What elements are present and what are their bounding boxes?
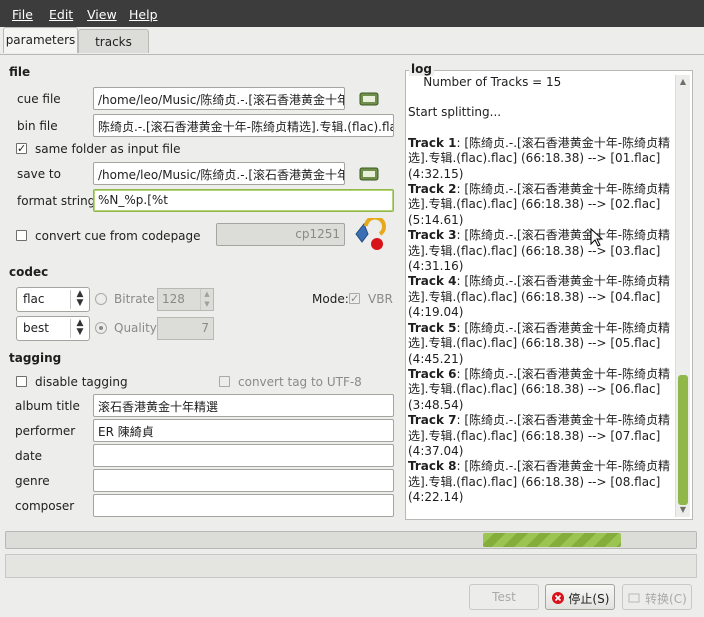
test-button[interactable]: Test	[469, 584, 539, 610]
convert-button[interactable]: 转换(C)	[622, 584, 692, 610]
disable-tagging-checkbox[interactable]	[16, 376, 27, 387]
bitrate-spinner[interactable]: 128 ▲ ▼	[157, 288, 214, 311]
tagging-section-title: tagging	[9, 351, 62, 365]
performer-input[interactable]: ER 陳綺貞	[93, 419, 394, 442]
codec-section-title: codec	[9, 265, 49, 279]
tab-divider	[0, 54, 704, 55]
log-track-entry: Track 1: [陈绮贞.-.[滚石香港黄金十年-陈绮贞精选].专辑.(fla…	[408, 136, 676, 182]
spinner-arrows-icon: ▲ ▼	[200, 289, 213, 310]
progress-fill-1	[483, 533, 621, 547]
tab-tracks[interactable]: tracks	[78, 29, 149, 53]
quality-radio[interactable]	[95, 322, 107, 334]
bin-file-label: bin file	[17, 119, 58, 133]
save-to-input[interactable]: /home/leo/Music/陈绮贞.-.[滚石香港黄金十年-陈	[93, 162, 345, 185]
same-folder-label: same folder as input file	[35, 142, 181, 156]
select-arrows-icon: ▲ ▼	[70, 290, 89, 309]
album-title-input[interactable]: 滚石香港黄金十年精選	[93, 394, 394, 417]
convert-codepage-icon[interactable]	[352, 218, 388, 252]
utf8-label: convert tag to UTF-8	[238, 375, 362, 389]
save-folder-icon[interactable]	[358, 165, 380, 183]
menu-help[interactable]: Help	[129, 7, 158, 22]
genre-input[interactable]	[93, 469, 394, 492]
open-folder-icon[interactable]	[358, 90, 380, 108]
disable-tagging-label: disable tagging	[35, 375, 128, 389]
composer-label: composer	[15, 499, 75, 513]
tab-parameters[interactable]: parameters	[3, 27, 78, 53]
stop-button[interactable]: 停止(S)	[545, 584, 615, 610]
log-scrollbar[interactable]: ▲ ▼	[675, 75, 690, 517]
log-track-label: Track 3	[408, 228, 457, 243]
menu-file[interactable]: File	[12, 7, 33, 22]
menu-edit[interactable]: Edit	[49, 7, 73, 22]
vbr-checkbox[interactable]	[349, 293, 360, 304]
log-text: Number of Tracks = 15 Start splitting...…	[408, 75, 676, 515]
select-arrows-icon: ▲ ▼	[70, 319, 89, 338]
tab-bar: parameters tracks	[0, 27, 704, 55]
quality-input[interactable]: 7	[157, 317, 214, 340]
save-to-label: save to	[17, 167, 61, 181]
log-start: Start splitting...	[408, 105, 502, 120]
log-track-entry: Track 5: [陈绮贞.-.[滚石香港黄金十年-陈绮贞精选].专辑.(fla…	[408, 321, 676, 367]
album-title-label: album title	[15, 399, 80, 413]
bitrate-radio[interactable]	[95, 293, 107, 305]
vbr-label: VBR	[368, 292, 393, 306]
log-track-label: Track 4	[408, 274, 457, 289]
log-title: log	[409, 62, 434, 76]
bin-file-input[interactable]: 陈绮贞.-.[滚石香港黄金十年-陈绮贞精选].专辑.(flac).flac	[93, 114, 394, 137]
log-spacer	[408, 90, 676, 105]
convert-icon	[628, 593, 640, 603]
log-spacer	[408, 121, 676, 136]
log-track-label: Track 5	[408, 320, 457, 335]
menu-bar: File Edit View Help	[0, 0, 704, 27]
log-track-entry: Track 6: [陈绮贞.-.[滚石香港黄金十年-陈绮贞精选].专辑.(fla…	[408, 367, 676, 413]
date-label: date	[15, 449, 43, 463]
performer-label: performer	[15, 424, 76, 438]
scroll-up-icon[interactable]: ▲	[676, 77, 690, 89]
codepage-input[interactable]: cp1251	[216, 223, 345, 246]
menu-view[interactable]: View	[87, 7, 117, 22]
log-track-entry: Track 2: [陈绮贞.-.[滚石香港黄金十年-陈绮贞精选].专辑.(fla…	[408, 182, 676, 228]
scroll-down-icon[interactable]: ▼	[676, 505, 690, 517]
log-track-count: Number of Tracks = 15	[408, 75, 562, 89]
utf8-checkbox[interactable]	[219, 376, 230, 387]
log-panel: Number of Tracks = 15 Start splitting...…	[405, 70, 693, 520]
log-track-entry: Track 3: [陈绮贞.-.[滚石香港黄金十年-陈绮贞精选].专辑.(fla…	[408, 228, 676, 274]
log-track-label: Track 8	[408, 459, 457, 474]
format-string-label: format string	[17, 194, 96, 208]
progress-bar-2	[5, 554, 697, 578]
mouse-cursor-icon	[590, 228, 604, 247]
mode-label: Mode:	[312, 292, 349, 306]
composer-input[interactable]	[93, 494, 394, 517]
progress-bar-1	[5, 531, 697, 549]
bitrate-label: Bitrate	[114, 292, 155, 306]
cue-file-label: cue file	[17, 92, 61, 106]
stop-icon	[551, 592, 564, 604]
file-section-title: file	[9, 65, 31, 79]
log-track-entry: Track 8: [陈绮贞.-.[滚石香港黄金十年-陈绮贞精选].专辑.(fla…	[408, 459, 676, 505]
codec-format-select[interactable]: flac ▲ ▼	[16, 287, 90, 312]
quality-label: Quality	[114, 321, 157, 335]
log-track-entry: Track 4: [陈绮贞.-.[滚石香港黄金十年-陈绮贞精选].专辑.(fla…	[408, 274, 676, 320]
convert-codepage-label: convert cue from codepage	[35, 229, 201, 243]
convert-codepage-checkbox[interactable]	[16, 230, 27, 241]
log-track-label: Track 6	[408, 366, 457, 381]
log-track-label: Track 7	[408, 413, 457, 428]
log-track-label: Track 2	[408, 182, 457, 197]
log-track-label: Track 1	[408, 135, 457, 150]
date-input[interactable]	[93, 444, 394, 467]
format-string-input[interactable]: %N_%p.[%t	[93, 189, 394, 212]
log-track-entry: Track 7: [陈绮贞.-.[滚石香港黄金十年-陈绮贞精选].专辑.(fla…	[408, 413, 676, 459]
log-scroll-thumb[interactable]	[678, 375, 688, 505]
codec-mode-select[interactable]: best ▲ ▼	[16, 316, 90, 341]
cue-file-input[interactable]: /home/leo/Music/陈绮贞.-.[滚石香港黄金十年-陈	[93, 87, 345, 110]
genre-label: genre	[15, 474, 50, 488]
same-folder-checkbox[interactable]	[16, 143, 27, 154]
